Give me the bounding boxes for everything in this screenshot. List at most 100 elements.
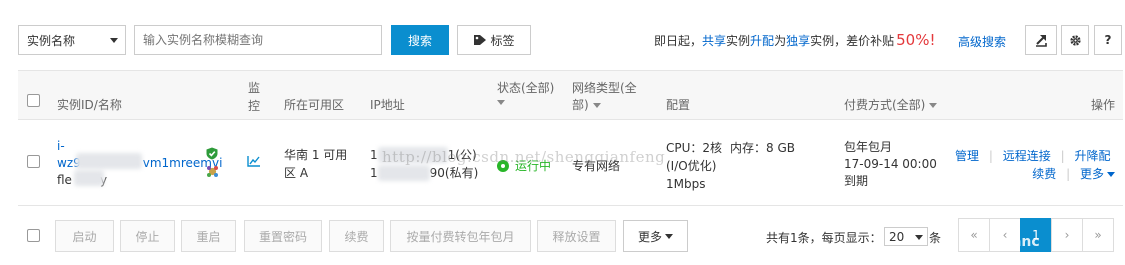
renew-button-label: 续费 xyxy=(344,229,369,244)
header-instance-id: 实例ID/名称 xyxy=(57,98,122,112)
actions-cell: 管理 | 远程连接 | 升降配 续费 | 更多 xyxy=(955,147,1121,183)
header-billing-filter[interactable]: 付费方式(全部) xyxy=(844,96,938,113)
chevron-down-icon xyxy=(1107,172,1115,177)
redacted-ip-private xyxy=(378,165,430,181)
first-page-button[interactable]: « xyxy=(958,218,990,252)
watermark: http://blog.csdn.net/shengqianfeng xyxy=(382,148,666,166)
ip-private-tail: 90(私有) xyxy=(429,166,479,180)
monitor-chart-icon[interactable] xyxy=(247,155,261,167)
release-settings-button[interactable]: 释放设置 xyxy=(537,220,616,252)
stop-button-label: 停止 xyxy=(135,229,160,244)
promo-prefix: 即日起， xyxy=(654,34,703,48)
next-page-button[interactable]: › xyxy=(1051,218,1083,252)
promo-share-link[interactable]: 共享 xyxy=(702,34,726,48)
start-button-label: 启动 xyxy=(72,229,97,244)
search-field-select[interactable]: 实例名称 xyxy=(18,25,126,55)
manage-link[interactable]: 管理 xyxy=(955,149,979,163)
actions-line2: 续费 | 更多 xyxy=(955,165,1121,183)
search-field-select-value: 实例名称 xyxy=(27,33,76,48)
promo-mid3: 实例，差价补贴 xyxy=(810,34,895,48)
double-chevron-left-icon: « xyxy=(970,228,978,242)
row-checkbox[interactable] xyxy=(27,155,40,168)
more-actions-label: 更多 xyxy=(1079,167,1104,181)
promo-mid1: 实例 xyxy=(726,34,751,48)
settings-button[interactable] xyxy=(1061,25,1089,55)
per-page-label: 每页显示： xyxy=(821,231,882,245)
header-network-1[interactable]: 网络类型(全 xyxy=(572,79,637,96)
config-bandwidth: 1Mbps xyxy=(666,177,706,191)
export-button[interactable] xyxy=(1025,25,1057,55)
select-all-checkbox[interactable] xyxy=(27,94,40,107)
header-monitor-2: 控 xyxy=(248,99,261,113)
billing-date: 17-09-14 00:00 xyxy=(844,157,937,171)
config-cell: CPU：2核 内存：8 GB (I/O优化) 1Mbps xyxy=(666,139,826,193)
billing-expire: 到期 xyxy=(844,174,869,188)
release-settings-button-label: 释放设置 xyxy=(552,229,601,244)
pagination-summary: 共有1条，每页显示： xyxy=(766,229,882,246)
promo-upgrade-link[interactable]: 升配 xyxy=(750,34,774,48)
convert-billing-button-label: 按量付费转包年包月 xyxy=(406,229,515,244)
footer-select-all-checkbox[interactable] xyxy=(27,229,40,242)
tag-button[interactable]: 标签 xyxy=(457,25,531,55)
reset-password-button-label: 重置密码 xyxy=(258,229,307,244)
row-divider xyxy=(18,205,1123,206)
status-filter-chevron-icon[interactable] xyxy=(497,100,505,105)
per-page-value: 20 xyxy=(889,229,905,244)
action-separator: | xyxy=(1060,149,1065,163)
config-io: (I/O优化) xyxy=(666,159,717,173)
promo-exclusive-link[interactable]: 独享 xyxy=(786,34,810,48)
config-mem: 内存：8 GB xyxy=(730,141,796,155)
double-chevron-right-icon: » xyxy=(1094,228,1102,242)
header-zone: 所在可用区 xyxy=(284,98,345,112)
footer-more-label: 更多 xyxy=(637,229,662,244)
billing-cell: 包年包月 17-09-14 00:00 到期 xyxy=(844,139,937,190)
actions-line1: 管理 | 远程连接 | 升降配 xyxy=(955,147,1121,165)
upgrade-link[interactable]: 升降配 xyxy=(1074,149,1110,163)
header-actions: 操作 xyxy=(1091,98,1116,112)
promo-percent: 50%! xyxy=(896,31,936,49)
per-page-select[interactable]: 20 xyxy=(884,227,928,246)
billing-filter-chevron-icon xyxy=(929,103,938,108)
network-filter-chevron-icon xyxy=(592,103,601,108)
action-separator: | xyxy=(988,149,993,163)
instance-name-head: fle xyxy=(57,173,72,187)
header-billing: 付费方式(全部) xyxy=(844,98,926,112)
remote-connect-link[interactable]: 远程连接 xyxy=(1003,149,1051,163)
header-network-2: 部) xyxy=(572,98,589,112)
restart-button-label: 重启 xyxy=(196,229,221,244)
reset-password-button[interactable]: 重置密码 xyxy=(244,220,322,252)
help-button[interactable]: ? xyxy=(1094,25,1122,55)
header-monitor-1: 监 xyxy=(248,81,261,95)
export-icon xyxy=(1036,35,1047,47)
search-input[interactable] xyxy=(134,25,382,55)
search-button-label: 搜索 xyxy=(407,33,432,48)
ip-private-head: 1 xyxy=(370,166,378,180)
header-ip: IP地址 xyxy=(370,98,405,112)
chevron-down-icon xyxy=(665,233,673,239)
header-network-filter[interactable]: 部) xyxy=(572,96,601,113)
per-page-unit: 条 xyxy=(929,231,942,245)
convert-billing-button[interactable]: 按量付费转包年包月 xyxy=(390,220,531,252)
promo-banner: 即日起，共享实例升配为独享实例，差价补贴 50%! xyxy=(654,31,935,49)
config-cpu: CPU：2核 xyxy=(666,141,723,155)
search-button[interactable]: 搜索 xyxy=(391,25,449,55)
footer-more-button[interactable]: 更多 xyxy=(623,220,688,252)
config-cpu-mem: CPU：2核 内存：8 GB xyxy=(666,139,826,157)
last-page-button[interactable]: » xyxy=(1082,218,1114,252)
tag-button-label: 标签 xyxy=(490,33,515,48)
chevron-down-icon xyxy=(110,38,118,43)
start-button[interactable]: 启动 xyxy=(55,220,114,252)
more-actions-dropdown[interactable]: 更多 xyxy=(1080,167,1115,181)
gear-icon xyxy=(1069,34,1081,46)
security-badge-icon xyxy=(207,166,218,177)
total-count: 共有1条， xyxy=(766,231,822,245)
restart-button[interactable]: 重启 xyxy=(181,220,236,252)
promo-mid2: 为 xyxy=(774,34,787,48)
stop-button[interactable]: 停止 xyxy=(120,220,175,252)
advanced-search-link[interactable]: 高级搜索 xyxy=(958,33,1006,50)
watermark-corner: uanc xyxy=(1002,234,1040,250)
shield-icon xyxy=(206,147,218,160)
renew-button[interactable]: 续费 xyxy=(329,220,384,252)
renew-link[interactable]: 续费 xyxy=(1032,167,1056,181)
header-status-filter[interactable]: 状态(全部) xyxy=(497,79,554,96)
